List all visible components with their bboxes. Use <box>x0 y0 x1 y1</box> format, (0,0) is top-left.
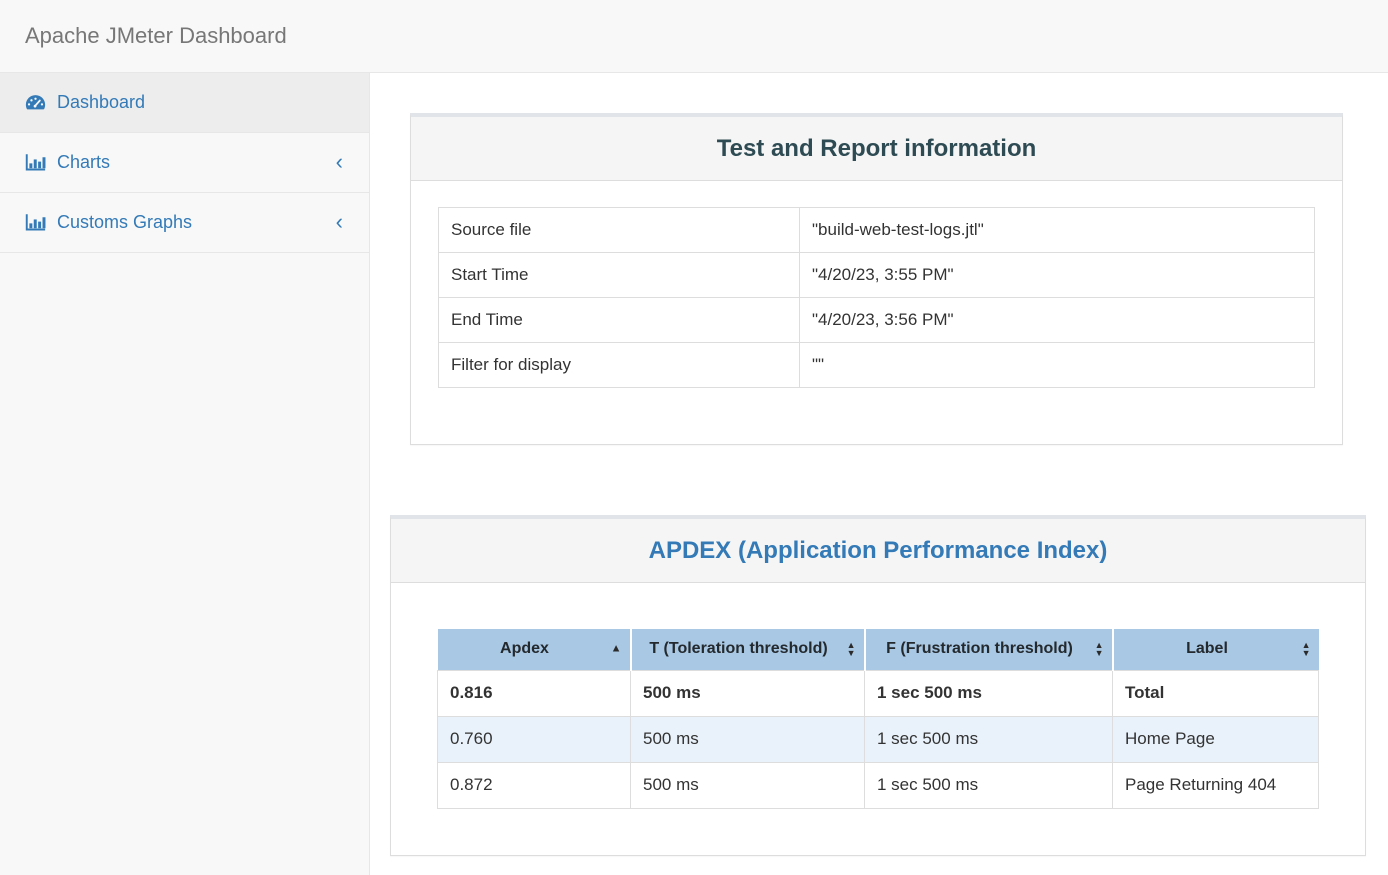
frustration-cell: 1 sec 500 ms <box>865 670 1113 716</box>
test-info-panel-title: Test and Report information <box>411 117 1342 180</box>
frustration-cell: 1 sec 500 ms <box>865 716 1113 762</box>
sort-both-icon: ▲▼ <box>847 641 856 657</box>
table-row: End Time "4/20/23, 3:56 PM" <box>439 298 1315 343</box>
chevron-left-icon[interactable]: ‹ <box>336 151 343 173</box>
apdex-value-cell: 0.872 <box>438 762 631 808</box>
info-row-label: Filter for display <box>439 343 800 388</box>
table-row: 0.872 500 ms 1 sec 500 ms Page Returning… <box>438 762 1319 808</box>
column-header-label: Apdex <box>500 640 549 657</box>
test-info-panel-body: Source file "build-web-test-logs.jtl" St… <box>411 181 1342 444</box>
sidebar-item-dashboard[interactable]: Dashboard <box>0 73 369 133</box>
table-row: 0.760 500 ms 1 sec 500 ms Home Page <box>438 716 1319 762</box>
table-row: Start Time "4/20/23, 3:55 PM" <box>439 253 1315 298</box>
sidebar: Dashboard Charts ‹ <box>0 73 370 875</box>
label-cell: Page Returning 404 <box>1113 762 1319 808</box>
apdex-table: Apdex ▲ T (Toleration threshold) ▲▼ <box>437 629 1319 809</box>
sidebar-item-label: Dashboard <box>57 92 145 113</box>
toleration-cell: 500 ms <box>631 762 865 808</box>
table-row: Filter for display "" <box>439 343 1315 388</box>
column-header-frustration[interactable]: F (Frustration threshold) ▲▼ <box>865 629 1113 670</box>
table-row: 0.816 500 ms 1 sec 500 ms Total <box>438 670 1319 716</box>
test-info-panel-heading: Test and Report information <box>411 117 1342 181</box>
chevron-left-icon[interactable]: ‹ <box>336 211 343 233</box>
info-row-label: Source file <box>439 208 800 253</box>
bar-chart-icon <box>25 213 46 232</box>
sidebar-item-customs-graphs[interactable]: Customs Graphs ‹ <box>0 193 369 253</box>
test-info-panel: Test and Report information Source file … <box>410 113 1343 445</box>
sort-both-icon: ▲▼ <box>1095 641 1104 657</box>
table-row: Source file "build-web-test-logs.jtl" <box>439 208 1315 253</box>
sidebar-item-charts[interactable]: Charts ‹ <box>0 133 369 193</box>
apdex-panel-body: Apdex ▲ T (Toleration threshold) ▲▼ <box>391 583 1365 855</box>
frustration-cell: 1 sec 500 ms <box>865 762 1113 808</box>
apdex-panel-title: APDEX (Application Performance Index) <box>391 519 1365 582</box>
column-header-apdex[interactable]: Apdex ▲ <box>438 629 631 670</box>
column-header-label-col[interactable]: Label ▲▼ <box>1113 629 1319 670</box>
column-header-label: T (Toleration threshold) <box>649 640 827 657</box>
toleration-cell: 500 ms <box>631 670 865 716</box>
sidebar-item-label: Customs Graphs <box>57 212 192 233</box>
info-row-value: "4/20/23, 3:55 PM" <box>800 253 1315 298</box>
dashboard-gauge-icon <box>25 93 46 112</box>
info-row-value: "4/20/23, 3:56 PM" <box>800 298 1315 343</box>
sidebar-item-label: Charts <box>57 152 110 173</box>
column-header-label: F (Frustration threshold) <box>886 640 1073 657</box>
test-info-table: Source file "build-web-test-logs.jtl" St… <box>438 207 1315 388</box>
sort-both-icon: ▲▼ <box>1302 641 1311 657</box>
column-header-toleration[interactable]: T (Toleration threshold) ▲▼ <box>631 629 865 670</box>
apdex-panel-heading: APDEX (Application Performance Index) <box>391 519 1365 583</box>
toleration-cell: 500 ms <box>631 716 865 762</box>
main-content: Test and Report information Source file … <box>370 73 1388 875</box>
bar-chart-icon <box>25 153 46 172</box>
app-title: Apache JMeter Dashboard <box>25 23 287 49</box>
info-row-value: "build-web-test-logs.jtl" <box>800 208 1315 253</box>
top-header: Apache JMeter Dashboard <box>0 0 1388 73</box>
apdex-value-cell: 0.760 <box>438 716 631 762</box>
column-header-label: Label <box>1186 640 1228 657</box>
apdex-panel: APDEX (Application Performance Index) Ap… <box>390 515 1366 856</box>
info-row-value: "" <box>800 343 1315 388</box>
table-header-row: Apdex ▲ T (Toleration threshold) ▲▼ <box>438 629 1319 670</box>
label-cell: Home Page <box>1113 716 1319 762</box>
info-row-label: End Time <box>439 298 800 343</box>
info-row-label: Start Time <box>439 253 800 298</box>
sort-asc-icon: ▲ <box>611 644 622 655</box>
apdex-value-cell: 0.816 <box>438 670 631 716</box>
label-cell: Total <box>1113 670 1319 716</box>
